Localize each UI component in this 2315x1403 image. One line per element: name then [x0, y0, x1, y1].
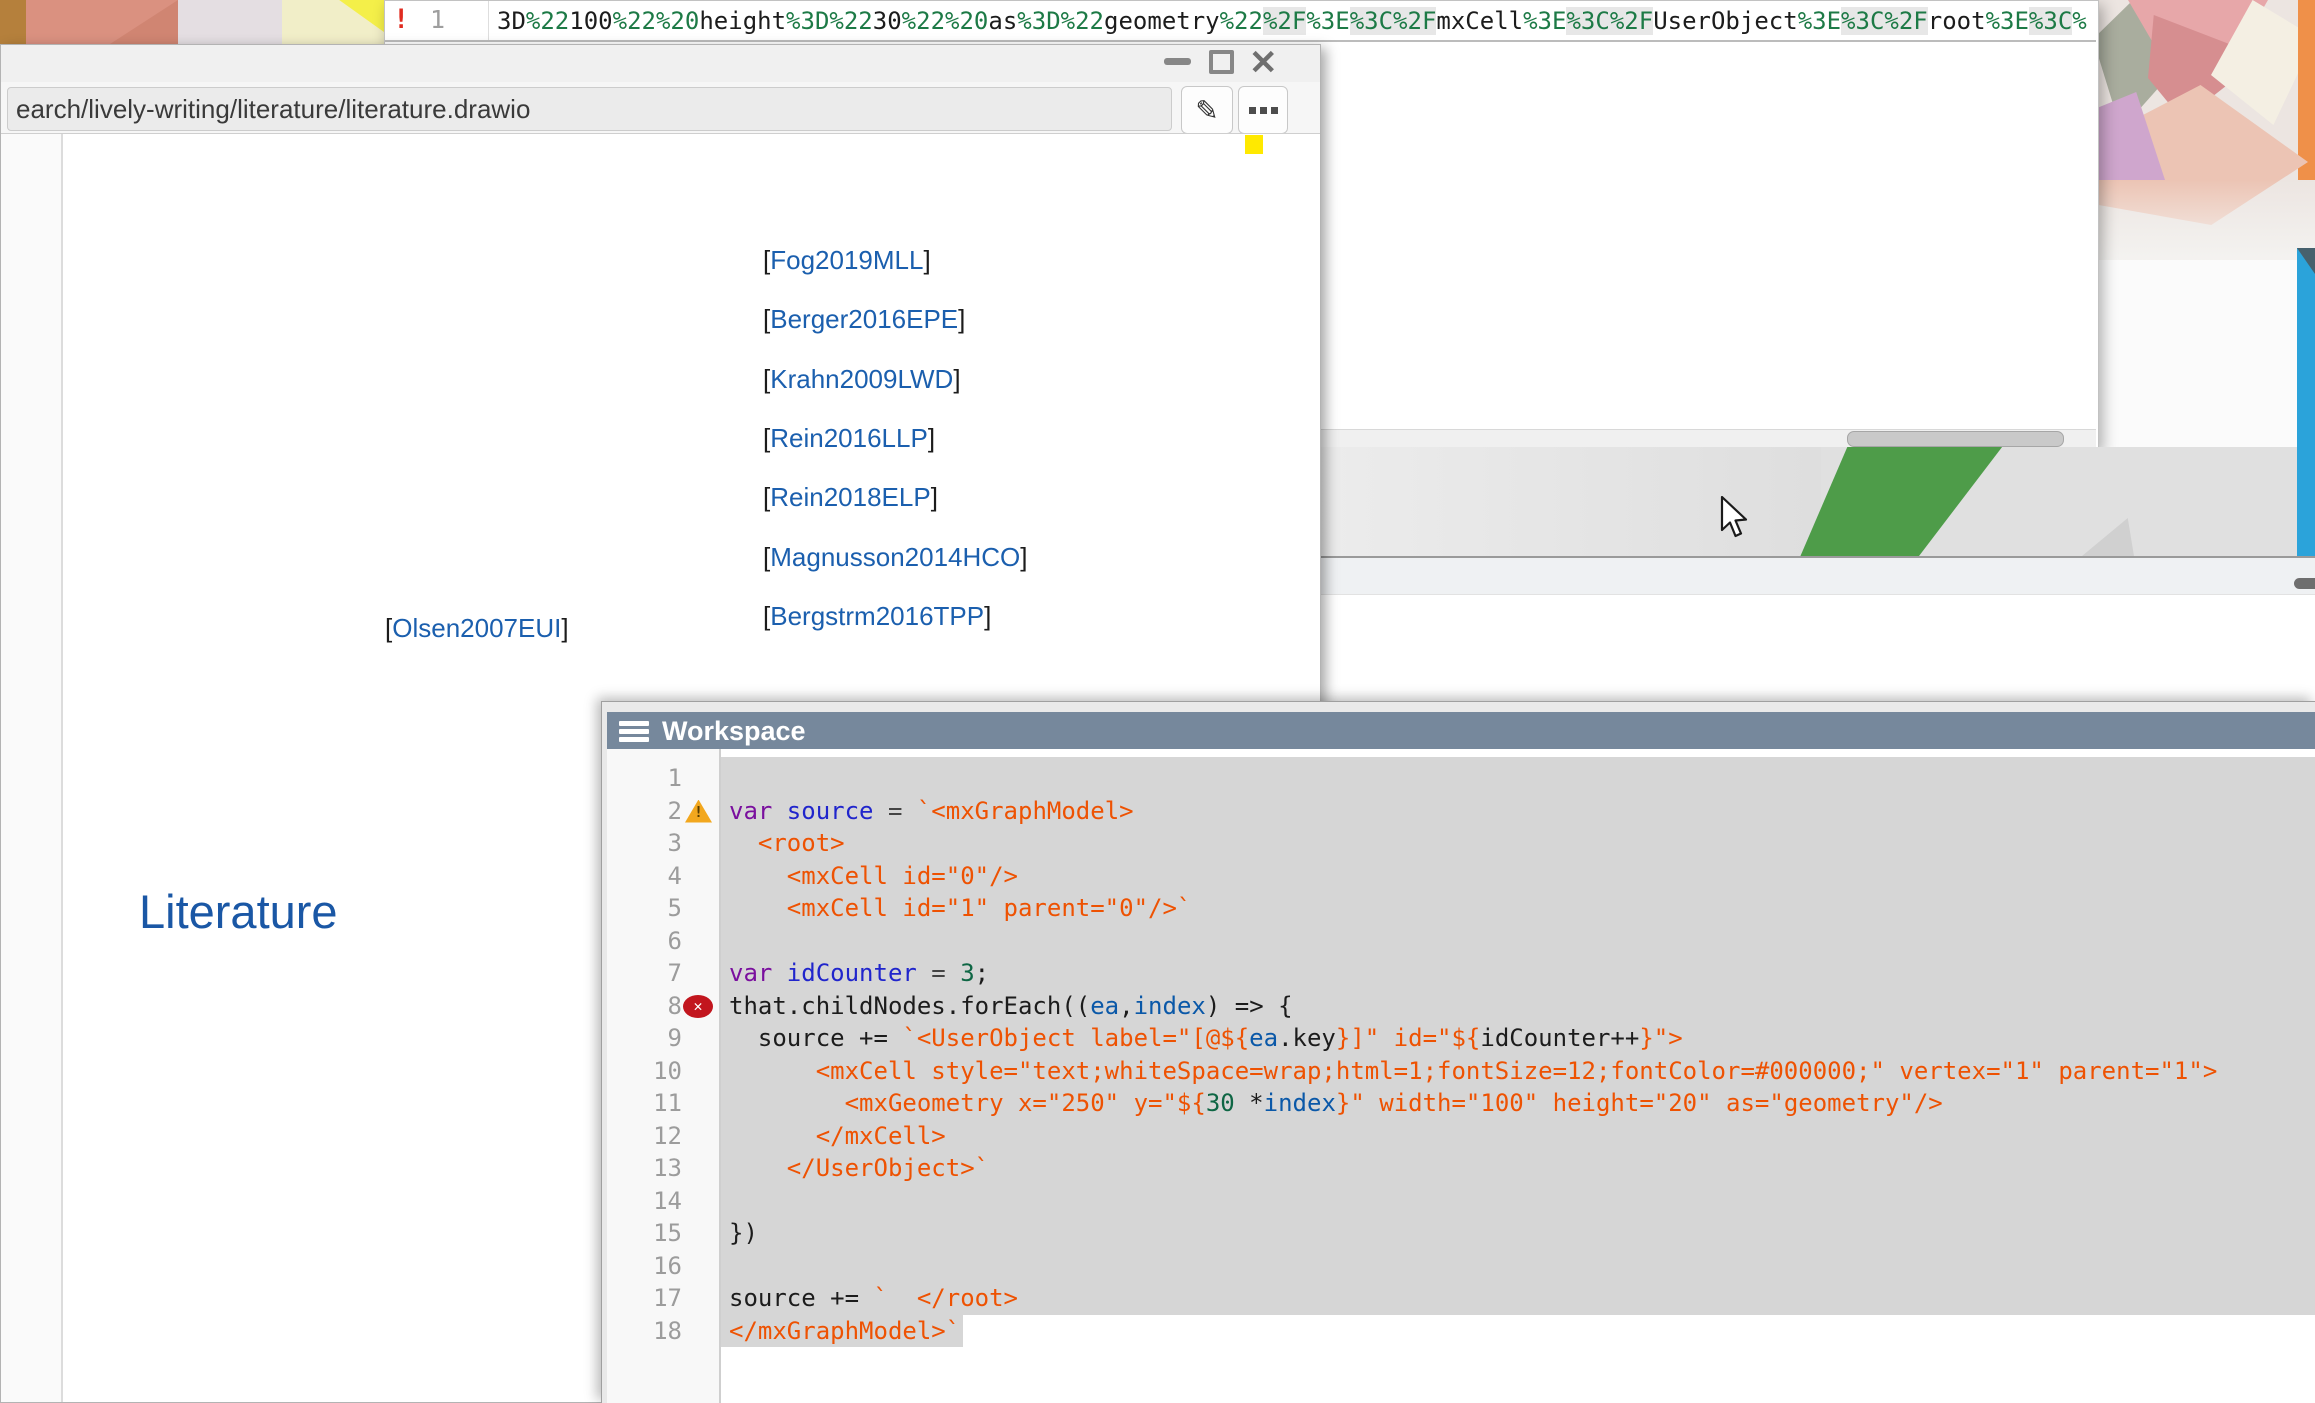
background-pattern-top-left: [0, 0, 384, 44]
code-line: that.childNodes.forEach((ea,index) => {: [729, 990, 1293, 1022]
reference-label: Bergstrm2016TPP: [770, 601, 984, 631]
file-path-input[interactable]: [7, 87, 1172, 131]
error-icon: ✕: [683, 995, 713, 1018]
yellow-marker: [1245, 135, 1263, 154]
top-strip-divider: [385, 40, 2096, 42]
code-line: <mxGeometry x="250" y="${30 *index}" wid…: [729, 1087, 1943, 1119]
reference-label: Magnusson2014HCO: [770, 542, 1020, 572]
line-number: 9: [607, 1022, 719, 1055]
line-number: 6: [607, 925, 719, 958]
reference-link[interactable]: [Magnusson2014HCO]: [763, 542, 1028, 573]
reference-label: Rein2018ELP: [770, 482, 930, 512]
line-number-column: 12!345678✕9101112131415161718: [607, 749, 719, 1403]
line-number: 11: [607, 1087, 719, 1120]
background-white-band: [1321, 595, 2315, 702]
minimize-icon[interactable]: [1164, 58, 1191, 65]
line-number: 7: [607, 957, 719, 990]
ellipsis-icon: [1249, 107, 1256, 114]
line-number: 16: [607, 1250, 719, 1283]
edit-button[interactable]: ✎: [1181, 86, 1233, 134]
encoded-xml-code-line[interactable]: 3D%22100%22%20height%3D%2230%22%20as%3D%…: [497, 5, 2087, 37]
workspace-title: Workspace: [662, 716, 806, 747]
line-number: 12: [607, 1120, 719, 1153]
code-line: }): [729, 1217, 758, 1249]
maximize-icon[interactable]: [1209, 50, 1234, 74]
code-line: <root>: [729, 827, 845, 859]
code-lines: var source = `<mxGraphModel> <root> <mxC…: [729, 762, 2309, 1362]
code-line: var source = `<mxGraphModel>: [729, 795, 1134, 827]
reference-link[interactable]: [Rein2018ELP]: [763, 482, 938, 513]
drawio-titlebar[interactable]: [1, 45, 1320, 83]
code-line: </UserObject>`: [729, 1152, 989, 1184]
line-number: 14: [607, 1185, 719, 1218]
background-blue-strip: [2297, 248, 2315, 556]
background-fade: [2093, 180, 2315, 262]
error-gutter-icon: !: [393, 4, 409, 35]
reference-link[interactable]: [Olsen2007EUI]: [385, 613, 569, 644]
line-number: 15: [607, 1217, 719, 1250]
reference-label: Rein2016LLP: [770, 423, 928, 453]
line-number: 1: [607, 762, 719, 795]
line-number: 13: [607, 1152, 719, 1185]
workspace-titlebar[interactable]: [607, 712, 2315, 749]
code-line: <mxCell id="1" parent="0"/>`: [729, 892, 1191, 924]
code-line: <mxCell style="text;whiteSpace=wrap;html…: [729, 1055, 2217, 1087]
reference-link[interactable]: [Krahn2009LWD]: [763, 364, 961, 395]
top-gutter-separator: [488, 1, 489, 40]
reference-list: [Fog2019MLL] [Berger2016EPE] [Krahn2009LWD…: [763, 245, 1083, 665]
code-line: source += ` </root>: [729, 1282, 1018, 1314]
window-edge-band: [1321, 558, 2315, 595]
reference-label: Berger2016EPE: [770, 304, 958, 334]
close-icon[interactable]: ✕: [1249, 44, 1278, 82]
reference-label: Olsen2007EUI: [392, 613, 561, 643]
pencil-icon: ✎: [1195, 94, 1218, 127]
top-line-number: 1: [430, 5, 445, 34]
drawio-left-margin-line: [61, 134, 63, 1402]
hamburger-menu-icon[interactable]: [619, 721, 649, 742]
reference-link[interactable]: [Rein2016LLP]: [763, 423, 935, 454]
code-line: </mxCell>: [729, 1120, 946, 1152]
more-options-button[interactable]: [1238, 86, 1288, 134]
warning-icon: !: [685, 800, 712, 823]
reference-link[interactable]: [Bergstrm2016TPP]: [763, 601, 991, 632]
code-line: <mxCell id="0"/>: [729, 860, 1018, 892]
reference-label: Fog2019MLL: [770, 245, 923, 275]
line-number: 5: [607, 892, 719, 925]
scrollbar-fragment: [2294, 578, 2315, 589]
line-number: 10: [607, 1055, 719, 1088]
line-number: 3: [607, 827, 719, 860]
reference-link[interactable]: [Berger2016EPE]: [763, 304, 965, 335]
mouse-cursor-icon: [1720, 496, 1754, 542]
code-line: source += `<UserObject label="[@${ea.key…: [729, 1022, 1683, 1054]
drawio-left-margin: [1, 134, 61, 1402]
code-line: </mxGraphModel>`: [729, 1315, 960, 1347]
literature-heading: Literature: [139, 884, 338, 939]
horizontal-scrollbar-thumb[interactable]: [1847, 431, 2064, 447]
line-number: 2!: [607, 795, 719, 828]
reference-label: Krahn2009LWD: [770, 364, 953, 394]
reference-link[interactable]: [Fog2019MLL]: [763, 245, 931, 276]
line-number: 17: [607, 1282, 719, 1315]
line-number: 18: [607, 1315, 719, 1348]
line-number: 4: [607, 860, 719, 893]
line-number: 8✕: [607, 990, 719, 1023]
code-line: var idCounter = 3;: [729, 957, 989, 989]
